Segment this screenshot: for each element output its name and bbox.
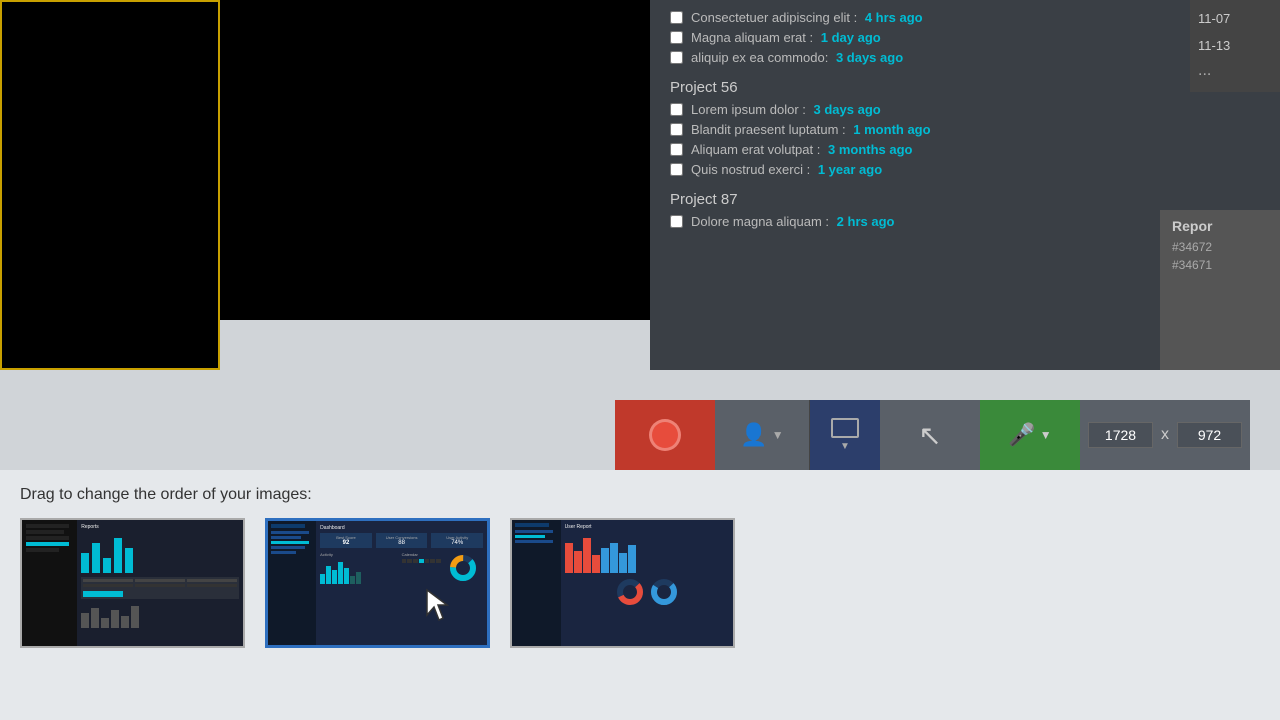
list-item: Magna aliquam erat : 1 day ago [670, 30, 1260, 45]
item-label: Lorem ipsum dolor : 3 days ago [691, 102, 881, 117]
item-checkbox[interactable] [670, 103, 683, 116]
item-time: 1 year ago [818, 162, 882, 177]
left-black-area [0, 0, 220, 370]
item-time: 3 days ago [814, 102, 881, 117]
report-header: Repor [1172, 218, 1268, 234]
thumb-inner-3: User Report [512, 520, 733, 646]
item-checkbox[interactable] [670, 215, 683, 228]
item-checkbox[interactable] [670, 51, 683, 64]
item-time: 1 month ago [853, 122, 930, 137]
donut-chart-2 [649, 577, 679, 607]
thumb-inner-1: Reports [22, 520, 243, 646]
list-item: Consectetuer adipiscing elit : 4 hrs ago [670, 10, 1260, 25]
list-item: Lorem ipsum dolor : 3 days ago [670, 102, 1260, 117]
item-label: aliquip ex ea commodo: 3 days ago [691, 50, 903, 65]
thumbnail-reports[interactable]: Reports [20, 518, 245, 648]
thumb2-bg: Dashboard Best Score 92 User Conversions… [268, 521, 487, 645]
item-checkbox[interactable] [670, 31, 683, 44]
thumb3-bg: User Report [512, 520, 733, 646]
drag-label: Drag to change the order of your images: [20, 486, 1260, 504]
item-time: 3 days ago [836, 50, 903, 65]
report-id: #34671 [1172, 258, 1268, 272]
number-item: 11-07 [1198, 8, 1272, 29]
mouse-area: ↖ [880, 400, 980, 470]
user-icon: 👤 [740, 422, 767, 448]
item-text-content: Blandit praesent luptatum : [691, 122, 846, 137]
user-button[interactable]: 👤 ▼ [715, 400, 810, 470]
record-button[interactable] [615, 400, 715, 470]
item-time: 4 hrs ago [865, 10, 923, 25]
extra-items-section: Consectetuer adipiscing elit : 4 hrs ago… [670, 10, 1260, 65]
number-item: 11-13 [1198, 35, 1272, 56]
dimensions-area: x [1080, 400, 1250, 470]
thumb3-sidebar [512, 520, 561, 646]
project-56-section: Project 56 Lorem ipsum dolor : 3 days ag… [670, 79, 1260, 177]
screen-icon [831, 418, 859, 438]
report-overlay: Repor #34672 #34671 [1160, 210, 1280, 370]
list-item: aliquip ex ea commodo: 3 days ago [670, 50, 1260, 65]
dimension-x-label: x [1161, 426, 1169, 444]
donut-chart-1 [615, 577, 645, 607]
top-section: Consectetuer adipiscing elit : 4 hrs ago… [0, 0, 1280, 370]
item-text-content: aliquip ex ea commodo: [691, 50, 828, 65]
item-text-content: Consectetuer adipiscing elit : [691, 10, 857, 25]
numbers-panel: 11-07 11-13 ... [1190, 0, 1280, 92]
thumb1-sidebar [22, 520, 77, 646]
thumb1-content: Reports [77, 520, 243, 646]
record-icon [649, 419, 681, 451]
mic-button[interactable]: 🎤 ▼ [980, 400, 1080, 470]
item-text-content: Lorem ipsum dolor : [691, 102, 806, 117]
donut-chart [449, 554, 477, 582]
middle-black-area [220, 0, 650, 320]
dropdown-arrow: ▼ [772, 428, 784, 442]
thumb-inner-2: Dashboard Best Score 92 User Conversions… [268, 521, 487, 645]
toolbar: 👤 ▼ ▼ ↖ 🎤 ▼ x [615, 400, 1250, 470]
item-label: Quis nostrud exerci : 1 year ago [691, 162, 882, 177]
mic-dropdown: ▼ [1040, 428, 1052, 442]
project-title: Project 56 [670, 79, 1260, 96]
item-checkbox[interactable] [670, 11, 683, 24]
list-item: Aliquam erat volutpat : 3 months ago [670, 142, 1260, 157]
thumb1-bg: Reports [22, 520, 243, 646]
report-id: #34672 [1172, 240, 1268, 254]
item-checkbox[interactable] [670, 123, 683, 136]
screen-button[interactable]: ▼ [810, 400, 880, 470]
thumb3-content: User Report [561, 520, 733, 646]
width-input[interactable] [1088, 422, 1153, 448]
height-input[interactable] [1177, 422, 1242, 448]
item-label: Consectetuer adipiscing elit : 4 hrs ago [691, 10, 923, 25]
item-text-content: Magna aliquam erat : [691, 30, 813, 45]
item-label: Dolore magna aliquam : 2 hrs ago [691, 214, 894, 229]
item-time: 3 months ago [828, 142, 913, 157]
screen-label: ▼ [840, 441, 850, 452]
item-checkbox[interactable] [670, 163, 683, 176]
item-label: Aliquam erat volutpat : 3 months ago [691, 142, 913, 157]
item-text-content: Aliquam erat volutpat : [691, 142, 820, 157]
cursor-icon: ↖ [918, 419, 941, 452]
item-checkbox[interactable] [670, 143, 683, 156]
item-time: 1 day ago [821, 30, 881, 45]
bottom-section: Drag to change the order of your images: [0, 470, 1280, 720]
item-text-content: Dolore magna aliquam : [691, 214, 829, 229]
item-label: Magna aliquam erat : 1 day ago [691, 30, 881, 45]
item-label: Blandit praesent luptatum : 1 month ago [691, 122, 931, 137]
thumbnail-dashboard[interactable]: Dashboard Best Score 92 User Conversions… [265, 518, 490, 648]
project-title: Project 87 [670, 191, 1260, 208]
list-item: Quis nostrud exerci : 1 year ago [670, 162, 1260, 177]
thumb2-sidebar [268, 521, 316, 645]
thumbnails-container: Reports [20, 518, 1260, 648]
number-dots: ... [1198, 62, 1272, 80]
mic-icon: 🎤 [1008, 422, 1035, 448]
thumbnail-user-report[interactable]: User Report [510, 518, 735, 648]
thumb2-content: Dashboard Best Score 92 User Conversions… [316, 521, 487, 645]
item-time: 2 hrs ago [837, 214, 895, 229]
item-text-content: Quis nostrud exerci : [691, 162, 810, 177]
right-panel: Consectetuer adipiscing elit : 4 hrs ago… [650, 0, 1280, 370]
list-item: Blandit praesent luptatum : 1 month ago [670, 122, 1260, 137]
